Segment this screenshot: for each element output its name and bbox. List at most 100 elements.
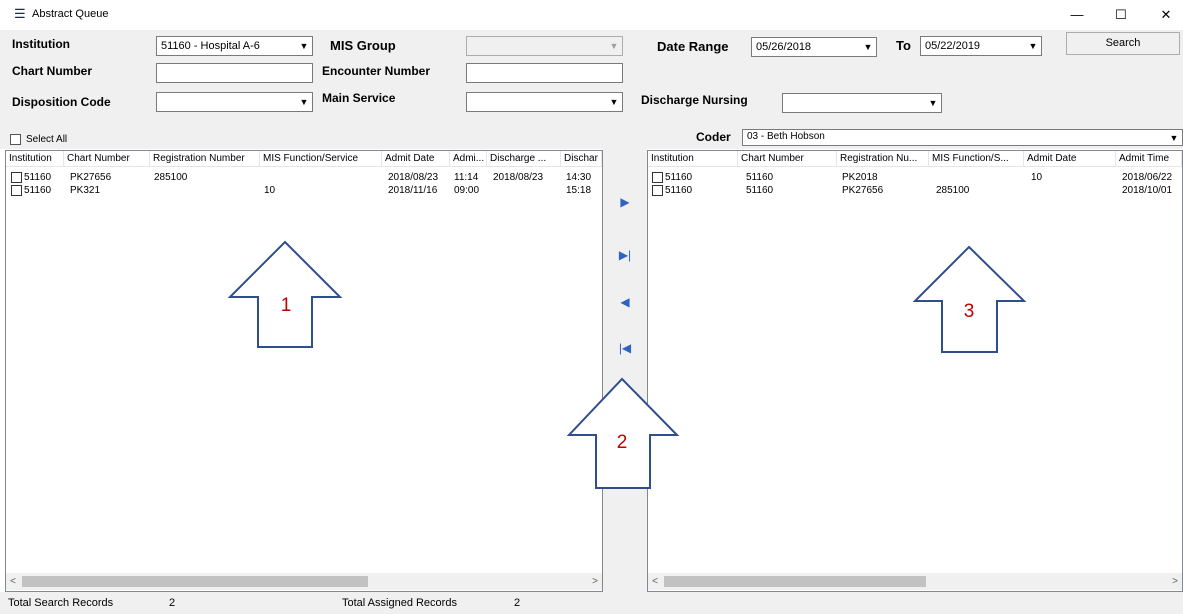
column-header[interactable]: Admi... bbox=[450, 151, 487, 167]
search-button[interactable]: Search bbox=[1066, 32, 1180, 55]
table-cell: 2018/06/22 bbox=[1122, 172, 1173, 183]
up-arrow-icon bbox=[912, 245, 1027, 353]
institution-value: 51160 - Hospital A-6 bbox=[161, 40, 260, 52]
annotation-arrow-2: 2 bbox=[566, 377, 680, 489]
row-checkbox[interactable] bbox=[11, 185, 22, 196]
minimize-button[interactable]: — bbox=[1062, 4, 1092, 26]
column-header[interactable]: Chart Number bbox=[64, 151, 150, 167]
date-range-label: Date Range bbox=[657, 39, 729, 54]
column-header[interactable]: MIS Function/Service bbox=[260, 151, 382, 167]
institution-dropdown[interactable]: 51160 - Hospital A-6 ▼ bbox=[156, 36, 313, 56]
total-assigned-value: 2 bbox=[514, 597, 521, 609]
table-cell: 15:18 bbox=[566, 185, 592, 196]
assigned-records-header: Institution Chart Number Registration Nu… bbox=[648, 151, 1182, 167]
menu-icon[interactable]: ☰ bbox=[14, 6, 26, 22]
window-title: Abstract Queue bbox=[32, 8, 109, 20]
chevron-down-icon: ▼ bbox=[609, 97, 619, 107]
table-cell: PK27656 bbox=[70, 172, 112, 183]
column-header[interactable]: Admit Date bbox=[1024, 151, 1116, 167]
move-all-left-button[interactable]: |◀ bbox=[614, 336, 636, 358]
chart-number-input[interactable] bbox=[156, 63, 313, 83]
column-header[interactable]: Admit Date bbox=[382, 151, 450, 167]
coder-dropdown[interactable]: 03 - Beth Hobson ▼ bbox=[742, 129, 1183, 146]
date-to-picker[interactable]: 05/22/2019 ▼ bbox=[920, 36, 1042, 56]
column-header[interactable]: Discharge ... bbox=[487, 151, 561, 167]
row-checkbox[interactable] bbox=[652, 185, 663, 196]
assigned-records-panel: Institution Chart Number Registration Nu… bbox=[647, 150, 1183, 592]
move-right-button[interactable]: ▶ bbox=[614, 190, 636, 212]
table-cell: 2018/11/16 bbox=[388, 185, 438, 196]
to-label: To bbox=[896, 38, 911, 53]
horizontal-scrollbar[interactable]: < > bbox=[6, 573, 602, 590]
encounter-number-label: Encounter Number bbox=[322, 64, 431, 78]
table-cell: 51160 bbox=[746, 185, 774, 196]
mis-group-dropdown[interactable]: ▼ bbox=[466, 36, 623, 56]
annotation-number: 3 bbox=[964, 301, 975, 322]
column-header[interactable]: MIS Function/S... bbox=[929, 151, 1024, 167]
table-cell: 51160 bbox=[665, 185, 693, 196]
move-button-column bbox=[603, 149, 647, 592]
table-cell: PK27656 bbox=[842, 185, 884, 196]
disposition-code-label: Disposition Code bbox=[12, 95, 111, 109]
chevron-down-icon: ▼ bbox=[299, 97, 309, 107]
row-checkbox[interactable] bbox=[652, 172, 663, 183]
table-cell: 51160 bbox=[665, 172, 693, 183]
column-header[interactable]: Admit Time bbox=[1116, 151, 1182, 167]
chevron-down-icon: ▼ bbox=[609, 41, 619, 51]
table-cell: 285100 bbox=[154, 172, 188, 183]
search-results-header: Institution Chart Number Registration Nu… bbox=[6, 151, 602, 167]
table-cell: PK321 bbox=[70, 185, 101, 196]
table-cell: 51160 bbox=[746, 172, 774, 183]
select-all-label: Select All bbox=[26, 134, 68, 145]
encounter-number-input[interactable] bbox=[466, 63, 623, 83]
scroll-left-icon[interactable]: < bbox=[6, 573, 20, 590]
column-header[interactable]: Registration Nu... bbox=[837, 151, 929, 167]
column-header[interactable]: Chart Number bbox=[738, 151, 837, 167]
table-cell: 10 bbox=[1031, 172, 1043, 183]
table-cell: 11:14 bbox=[454, 172, 479, 183]
total-search-value: 2 bbox=[169, 597, 176, 609]
institution-label: Institution bbox=[12, 37, 70, 51]
horizontal-scrollbar[interactable]: < > bbox=[648, 573, 1182, 590]
select-all-checkbox[interactable] bbox=[10, 134, 21, 145]
move-left-button[interactable]: ◀ bbox=[614, 290, 636, 312]
scroll-thumb[interactable] bbox=[664, 576, 926, 587]
main-service-dropdown[interactable]: ▼ bbox=[466, 92, 623, 112]
disposition-code-dropdown[interactable]: ▼ bbox=[156, 92, 313, 112]
annotation-number: 2 bbox=[617, 432, 628, 453]
table-cell: 10 bbox=[264, 185, 276, 196]
chevron-down-icon: ▼ bbox=[1169, 133, 1179, 143]
status-bar: Total Search Records 2 Total Assigned Re… bbox=[0, 592, 1183, 614]
scroll-left-icon[interactable]: < bbox=[648, 573, 662, 590]
column-header[interactable]: Institution bbox=[6, 151, 64, 167]
table-row[interactable]: 51160 51160 PK27656 285100 2018/10/01 bbox=[648, 184, 1182, 197]
move-all-right-button[interactable]: ▶| bbox=[614, 243, 636, 265]
column-header[interactable]: Registration Number bbox=[150, 151, 260, 167]
coder-value: 03 - Beth Hobson bbox=[747, 131, 825, 142]
title-bar: ☰ Abstract Queue — ☐ ✕ bbox=[0, 0, 1183, 30]
scroll-right-icon[interactable]: > bbox=[588, 573, 602, 590]
table-row[interactable]: 51160 51160 PK2018 10 2018/06/22 bbox=[648, 171, 1182, 184]
table-cell: 2018/08/23 bbox=[493, 172, 544, 183]
scroll-right-icon[interactable]: > bbox=[1168, 573, 1182, 590]
table-row[interactable]: 51160 PK321 10 2018/11/16 09:00 15:18 bbox=[6, 184, 602, 197]
discharge-nursing-dropdown[interactable]: ▼ bbox=[782, 93, 942, 113]
table-cell: 51160 bbox=[24, 185, 52, 196]
column-header[interactable]: Dischar bbox=[561, 151, 602, 167]
date-from-picker[interactable]: 05/26/2018 ▼ bbox=[751, 37, 877, 57]
annotation-arrow-1: 1 bbox=[227, 240, 343, 348]
column-header[interactable]: Institution bbox=[648, 151, 738, 167]
chart-number-label: Chart Number bbox=[12, 64, 93, 78]
maximize-button[interactable]: ☐ bbox=[1106, 4, 1136, 26]
row-checkbox[interactable] bbox=[11, 172, 22, 183]
main-service-label: Main Service bbox=[322, 91, 396, 105]
annotation-number: 1 bbox=[281, 295, 292, 316]
chevron-down-icon: ▼ bbox=[1028, 41, 1038, 51]
table-cell: 09:00 bbox=[454, 185, 480, 196]
table-row[interactable]: 51160 PK27656 285100 2018/08/23 11:14 20… bbox=[6, 171, 602, 184]
annotation-arrow-3: 3 bbox=[912, 245, 1027, 353]
scroll-thumb[interactable] bbox=[22, 576, 368, 587]
mis-group-label: MIS Group bbox=[330, 38, 396, 53]
close-button[interactable]: ✕ bbox=[1151, 4, 1181, 26]
date-to-value: 05/22/2019 bbox=[925, 40, 981, 52]
